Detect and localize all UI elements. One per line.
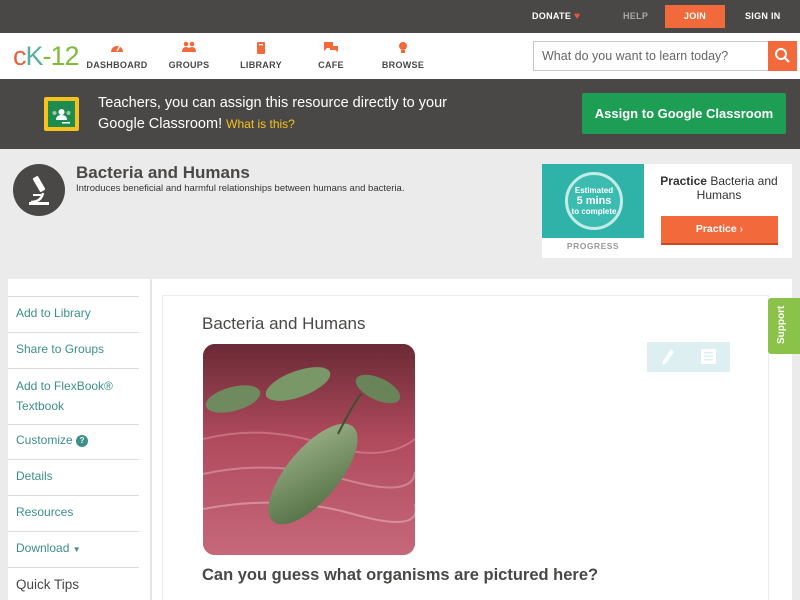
practice-title: Practice Bacteria and Humans bbox=[652, 174, 786, 202]
search-button[interactable] bbox=[768, 41, 797, 71]
pencil-icon[interactable] bbox=[661, 348, 675, 371]
details-link[interactable]: Details bbox=[16, 467, 138, 486]
assign-google-classroom-button[interactable]: Assign to Google Classroom bbox=[582, 93, 786, 134]
join-button[interactable]: JOIN bbox=[665, 5, 725, 28]
content-title: Bacteria and Humans bbox=[202, 314, 366, 333]
estimate-badge: Estimated 5 mins to complete bbox=[565, 172, 623, 230]
support-tab[interactable]: Support bbox=[768, 298, 800, 354]
ck12-logo[interactable]: cK-12 bbox=[13, 41, 80, 72]
support-label: Support bbox=[776, 305, 787, 344]
estimate-minutes: 5 mins bbox=[576, 195, 612, 207]
add-to-library-link[interactable]: Add to Library bbox=[16, 304, 138, 323]
nav-library-label: LIBRARY bbox=[240, 60, 282, 70]
practice-title-bold: Practice bbox=[660, 174, 707, 188]
quick-tips-heading[interactable]: Quick Tips bbox=[16, 577, 79, 592]
bacteria-image bbox=[203, 344, 415, 555]
practice-button-label: Practice bbox=[695, 223, 737, 235]
nav-dashboard-label: DASHBOARD bbox=[86, 60, 148, 70]
google-classroom-icon bbox=[44, 97, 79, 131]
help-link[interactable]: HELP bbox=[623, 0, 648, 33]
microscope-icon bbox=[13, 164, 65, 216]
content-tools bbox=[647, 342, 730, 372]
browse-icon bbox=[368, 41, 438, 55]
logo-12: -12 bbox=[42, 41, 80, 71]
estimate-label: Estimated bbox=[574, 186, 614, 195]
customize-link[interactable]: Customize ? bbox=[16, 431, 138, 450]
banner-message: Teachers, you can assign this resource d… bbox=[98, 93, 458, 135]
intro-question: Can you guess what organisms are picture… bbox=[202, 566, 599, 584]
page-title: Bacteria and Humans bbox=[76, 163, 250, 182]
library-icon bbox=[226, 41, 296, 55]
sidebar-divider-line bbox=[8, 495, 139, 496]
groups-icon bbox=[154, 41, 224, 55]
sidebar-divider-line bbox=[8, 332, 139, 333]
estimate-to-complete: to complete bbox=[571, 207, 617, 216]
cafe-icon bbox=[296, 41, 366, 55]
main-nav: cK-12 DASHBOARD GROUPS LIBRARY CAFE BROW… bbox=[0, 33, 800, 79]
customize-label: Customize bbox=[16, 433, 73, 447]
sidebar-divider-line bbox=[8, 368, 139, 369]
search-icon bbox=[775, 48, 790, 63]
top-utility-bar: DONATE ♥ HELP JOIN SIGN IN bbox=[0, 0, 800, 33]
nav-cafe[interactable]: CAFE bbox=[296, 41, 366, 70]
practice-card: Estimated 5 mins to complete PROGRESS Pr… bbox=[542, 164, 792, 258]
download-link[interactable]: Download ▼ bbox=[16, 539, 138, 559]
sign-in-link[interactable]: SIGN IN bbox=[745, 0, 781, 33]
add-to-flexbook-link[interactable]: Add to FlexBook® Textbook bbox=[16, 376, 138, 416]
sidebar-divider-line bbox=[8, 424, 139, 425]
sidebar-divider bbox=[150, 279, 152, 600]
sidebar-divider-line bbox=[8, 296, 139, 297]
help-icon[interactable]: ? bbox=[76, 435, 89, 447]
notes-icon[interactable] bbox=[701, 349, 716, 369]
nav-groups[interactable]: GROUPS bbox=[154, 41, 224, 70]
chevron-right-icon: › bbox=[739, 223, 744, 235]
what-is-this-link[interactable]: What is this? bbox=[226, 117, 295, 131]
nav-browse-label: BROWSE bbox=[381, 60, 425, 70]
resources-link[interactable]: Resources bbox=[16, 503, 138, 522]
share-to-groups-link[interactable]: Share to Groups bbox=[16, 340, 138, 359]
nav-cafe-label: CAFE bbox=[318, 60, 344, 70]
nav-library[interactable]: LIBRARY bbox=[226, 41, 296, 70]
donate-label: DONATE bbox=[532, 11, 572, 21]
progress-label: PROGRESS bbox=[566, 241, 620, 251]
donate-link[interactable]: DONATE ♥ bbox=[532, 0, 580, 33]
nav-dashboard[interactable]: DASHBOARD bbox=[82, 41, 152, 70]
caret-down-icon: ▼ bbox=[72, 545, 81, 554]
logo-c: c bbox=[13, 41, 26, 71]
nav-groups-label: GROUPS bbox=[168, 60, 210, 70]
dashboard-icon bbox=[82, 41, 152, 55]
sidebar-divider-line bbox=[8, 531, 139, 532]
download-label: Download bbox=[16, 541, 70, 555]
sidebar-divider-line bbox=[8, 567, 139, 568]
logo-k: K bbox=[25, 41, 44, 71]
heart-icon: ♥ bbox=[574, 11, 581, 22]
sidebar-divider-line bbox=[8, 459, 139, 460]
page-subtitle: Introduces beneficial and harmful relati… bbox=[76, 183, 405, 194]
search-box bbox=[533, 41, 797, 71]
practice-estimate-image: Estimated 5 mins to complete bbox=[542, 164, 644, 238]
nav-browse[interactable]: BROWSE bbox=[368, 41, 438, 70]
practice-title-rest: Bacteria and Humans bbox=[696, 174, 778, 202]
practice-button[interactable]: Practice › bbox=[661, 216, 778, 245]
search-input[interactable] bbox=[534, 42, 764, 70]
